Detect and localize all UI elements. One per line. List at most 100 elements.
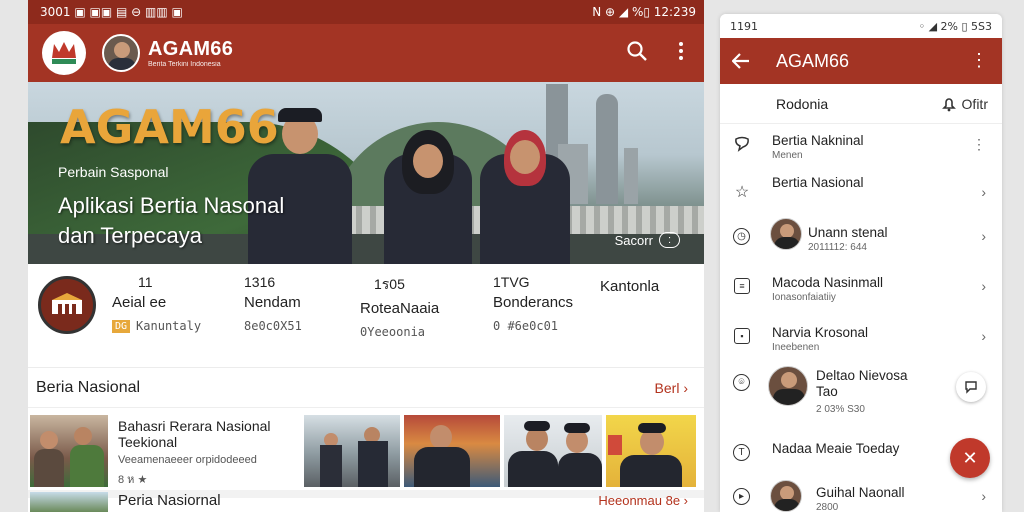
avatar[interactable]	[102, 34, 140, 72]
more-vert-icon[interactable]	[678, 41, 684, 61]
stat-3-num: 1ร05	[374, 276, 405, 292]
app-actions	[626, 40, 684, 62]
stat-2-label: Nendam	[244, 294, 301, 311]
stat-2[interactable]: 1316 Nendam 8e0c0X51	[244, 274, 302, 333]
menu-item-5-title: Narvia Krosonal	[772, 325, 869, 340]
menu-item-6-title: Deltao Nievosa Tao	[816, 368, 908, 399]
doc-icon: ≡	[734, 278, 750, 294]
menu-item-7-title: Nadaa Meaie Toeday	[772, 441, 900, 456]
menu-item-3-chevron-icon: ›	[981, 228, 986, 244]
banner-more-label: Sacorr	[614, 232, 653, 248]
news-thumb-4[interactable]	[504, 415, 602, 487]
menu-item-5[interactable]: ▪ Narvia Krosonal Ineebenen ›	[720, 316, 1002, 364]
back-arrow-icon[interactable]	[732, 53, 750, 69]
right-status-left: 1191	[730, 19, 758, 33]
banner-headline-1: Aplikasi Bertia Nasonal	[58, 193, 285, 218]
menu-item-5-chevron-icon: ›	[981, 328, 986, 344]
main-screen: 3001 ▣ ▣▣ ▤ ⊖ ▥▥ ▣ N ⊕ ◢ %▯ 12:239 AGAM6…	[28, 0, 704, 512]
menu-screen: 1191 ◦ ◢ 2% ▯ 5S3 AGAM66 ⋮ Rodonia Ofitr…	[720, 14, 1002, 512]
menu-item-3-avatar	[770, 218, 802, 250]
tower-2	[596, 94, 618, 204]
menu-item-6-avatar	[768, 366, 808, 406]
search-icon[interactable]	[626, 40, 648, 62]
chat-icon	[965, 381, 977, 394]
crown-logo-icon	[52, 42, 76, 64]
close-icon: ✕	[962, 447, 978, 468]
section-more-label: Berl	[654, 379, 680, 396]
news-row-2[interactable]: Peria Nasiornal Heeonmau 8e ›	[28, 486, 704, 512]
status-bar: 3001 ▣ ▣▣ ▤ ⊖ ▥▥ ▣ N ⊕ ◢ %▯ 12:239	[28, 0, 704, 24]
menu-item-3[interactable]: ◷ Unann stenal 2011112: 644 ›	[720, 216, 1002, 264]
right-app-title: AGAM66	[776, 50, 850, 71]
status-left: 3001 ▣ ▣▣ ▤ ⊖ ▥▥ ▣	[40, 5, 183, 19]
news-thumb-5[interactable]	[606, 415, 696, 487]
menu-item-4-sub: Ionasonfaiatiiy	[772, 292, 836, 303]
stat-5[interactable]: Kantonla	[600, 274, 659, 295]
menu-item-8[interactable]: ▸ Guihal Naonall 2800 ›	[720, 476, 1002, 512]
menu-item-8-avatar	[770, 480, 802, 512]
news-text: Bahasri Rerara Nasional Teekional Veeame…	[118, 418, 308, 488]
hero-banner[interactable]: AGAM66 Perbain Sasponal Aplikasi Bertia …	[28, 82, 704, 264]
region-label[interactable]: Rodonia	[776, 96, 828, 112]
menu-item-2-title: Bertia Nasional	[772, 175, 864, 190]
right-app-bar: AGAM66 ⋮	[720, 38, 1002, 84]
stat-5-label: Kantonla	[600, 278, 660, 295]
menu-item-4-title: Macoda Nasinmall	[772, 275, 884, 290]
close-fab[interactable]: ✕	[950, 438, 990, 478]
officer-3	[478, 104, 572, 264]
org-emblem[interactable]	[38, 276, 96, 334]
stats-strip: 11 Aeial ee DG Kanuntaly 1316 Nendam 8e0c…	[28, 264, 704, 368]
banner-more[interactable]: Sacorr :	[615, 232, 680, 248]
menu-item-5-sub: Ineebenen	[772, 342, 820, 353]
banner-headline-2: dan Terpecaya	[58, 223, 202, 248]
t-icon: T	[733, 444, 750, 461]
tower-4	[624, 148, 638, 204]
stat-3-label: RoteaNaaia	[360, 300, 440, 317]
stat-1-badge: DG	[112, 320, 131, 333]
news-headline: Bahasri Rerara Nasional Teekional	[118, 418, 271, 450]
menu-item-1-sub: Menen	[772, 150, 803, 161]
menu-item-2[interactable]: ☆ Bertia Nasional ›	[720, 172, 1002, 220]
news-thumb-2[interactable]	[304, 415, 400, 487]
bell-icon	[941, 97, 956, 111]
stat-4[interactable]: 1TVG Bonderancs 0 #6e0c01	[493, 274, 573, 333]
stat-1-num: 11	[138, 274, 153, 290]
chat-button[interactable]	[956, 372, 986, 402]
stat-3[interactable]: 1ร05 RoteaNaaia 0Yeeoonia	[360, 274, 439, 339]
news-row-2-thumb	[30, 492, 108, 512]
menu-item-4-chevron-icon: ›	[981, 278, 986, 294]
app-title: AGAM66	[148, 38, 234, 60]
news-row[interactable]: Bahasri Rerara Nasional Teekional Veeame…	[28, 408, 704, 498]
section-more-link[interactable]: Berl ›	[655, 380, 688, 396]
app-brand: AGAM66 Berita Terkini Indonesia	[148, 38, 233, 68]
filter-label: Ofitr	[961, 95, 988, 112]
filter-button[interactable]: Ofitr	[941, 95, 988, 112]
stat-4-num: 1TVG	[493, 274, 530, 290]
banner-subtitle: Perbain Sasponal	[58, 164, 169, 180]
square-icon: ▪	[734, 328, 750, 344]
section-title: Beria Nasional	[36, 378, 141, 396]
menu-item-1[interactable]: Bertia Nakninal Menen ⋮	[720, 124, 1002, 172]
menu-item-1-trail[interactable]: ⋮	[972, 136, 986, 153]
stat-2-num: 1316	[244, 274, 276, 290]
stat-1[interactable]: 11 Aeial ee DG Kanuntaly	[112, 274, 201, 333]
section-header: Beria Nasional Berl ›	[28, 368, 704, 408]
app-logo[interactable]	[42, 31, 86, 75]
news-desc: Veeamenaeeer orpidodeeed	[118, 454, 257, 466]
news-thumb-3[interactable]	[404, 415, 500, 487]
stat-3-sub: 0Yeeoonia	[360, 325, 426, 339]
play-icon: ▸	[733, 488, 750, 505]
right-status-bar: 1191 ◦ ◢ 2% ▯ 5S3	[720, 14, 1002, 38]
news-row-2-more[interactable]: Heeonmau 8e ›	[598, 493, 688, 508]
emblem-icon	[52, 293, 82, 314]
right-more-vert-icon[interactable]: ⋮	[970, 50, 988, 71]
menu-item-3-sub: 2011112: 644	[808, 242, 867, 253]
menu-item-8-sub: 2800	[816, 502, 839, 512]
stat-4-sub: 0 #6e0c01	[493, 319, 559, 333]
news-row-2-more-label: Heeonmau 8e	[598, 493, 681, 508]
menu-item-1-title: Bertia Nakninal	[772, 133, 864, 148]
app-bar: AGAM66 Berita Terkini Indonesia	[28, 24, 704, 82]
menu-item-6-sub: 2 03% S30	[816, 404, 865, 415]
stat-2-sub: 8e0c0X51	[244, 319, 302, 333]
menu-item-4[interactable]: ≡ Macoda Nasinmall Ionasonfaiatiiy ›	[720, 266, 1002, 314]
